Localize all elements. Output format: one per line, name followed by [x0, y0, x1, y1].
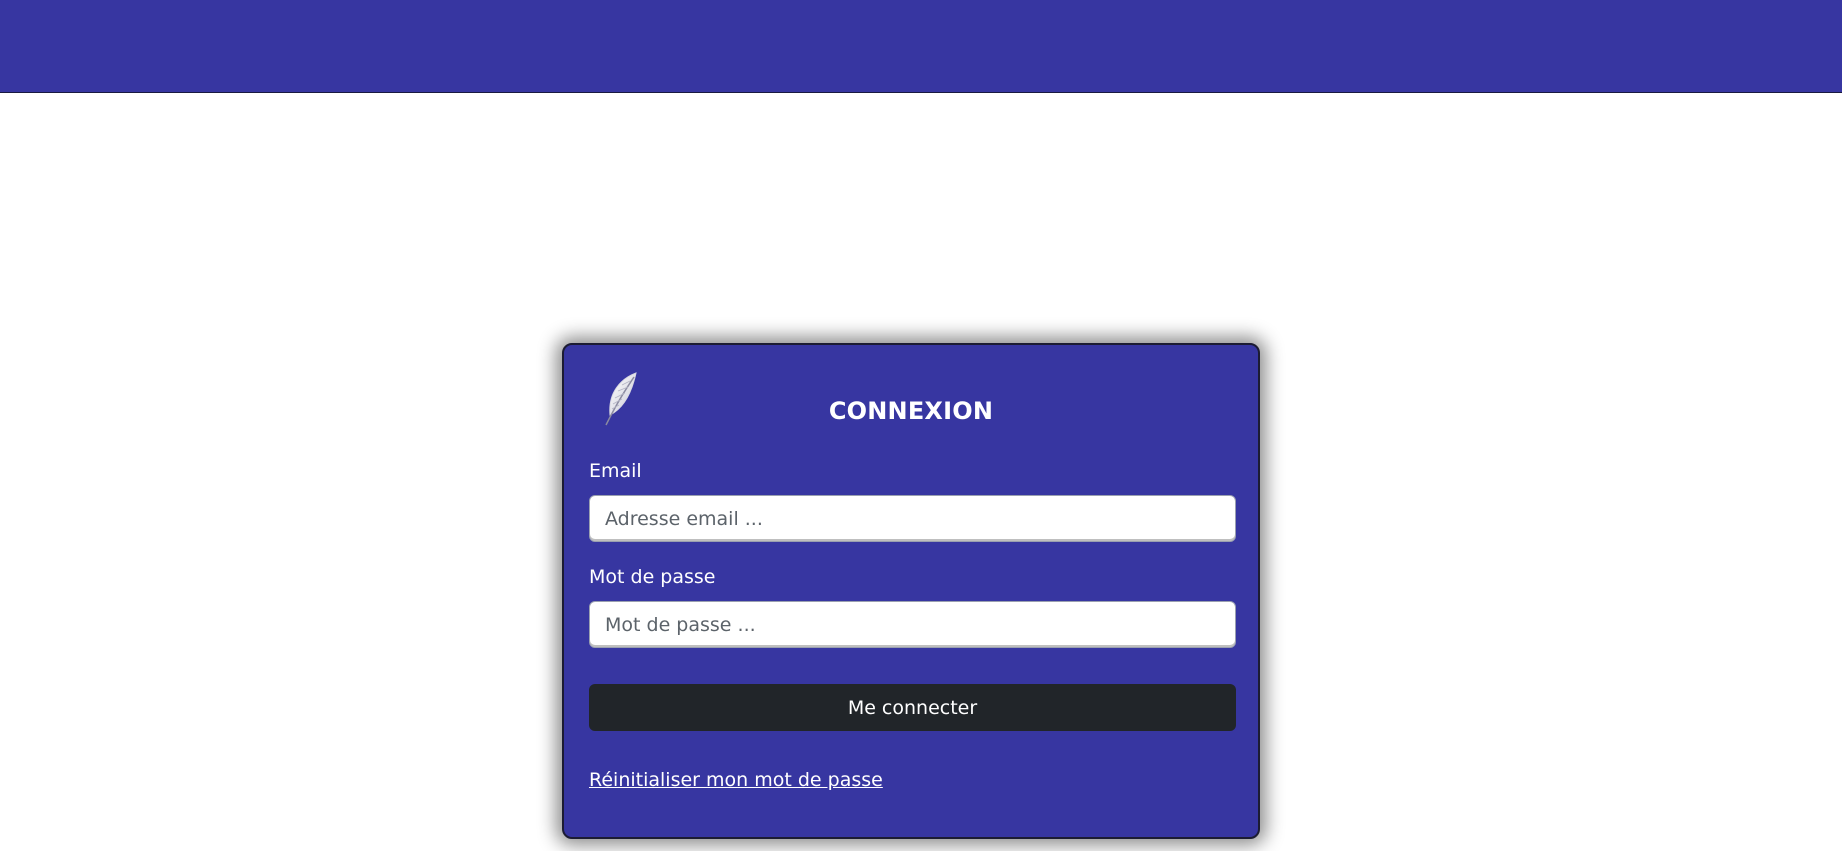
- email-label: Email: [589, 460, 642, 482]
- email-field[interactable]: [589, 495, 1236, 542]
- top-navbar: [0, 0, 1842, 93]
- login-card: CONNEXION Email Mot de passe Me connecte…: [562, 343, 1260, 839]
- reset-password-link[interactable]: Réinitialiser mon mot de passe: [589, 769, 883, 791]
- login-button[interactable]: Me connecter: [589, 684, 1236, 731]
- login-title: CONNEXION: [828, 397, 994, 425]
- password-field[interactable]: [589, 601, 1236, 648]
- password-label: Mot de passe: [589, 566, 716, 588]
